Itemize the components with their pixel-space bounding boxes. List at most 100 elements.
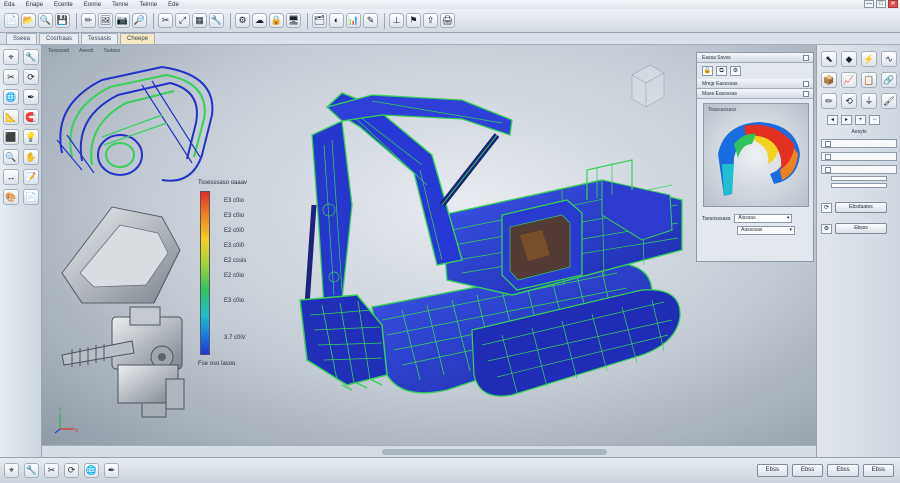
status-button[interactable]: Ebss	[791, 464, 824, 477]
chart-icon[interactable]: 📈	[841, 72, 857, 88]
open-folder-icon[interactable]: 📂	[21, 13, 36, 28]
constraint-icon[interactable]: ⊥	[389, 13, 404, 28]
flag-icon[interactable]: ⚑	[406, 13, 421, 28]
export-icon[interactable]: ⇪	[423, 13, 438, 28]
bolt-icon[interactable]: ⚡	[861, 51, 877, 67]
filter-icon[interactable]: ⏚	[861, 93, 877, 109]
select-icon[interactable]: ⌖	[3, 49, 19, 65]
pen-icon[interactable]: ✒	[104, 463, 119, 478]
gear-icon[interactable]: ⚙	[235, 13, 250, 28]
checkbox[interactable]	[825, 166, 831, 173]
option-field[interactable]	[821, 139, 897, 148]
save-icon[interactable]: 💾	[55, 13, 70, 28]
rotate-icon[interactable]: ⟳	[64, 463, 79, 478]
palette-icon[interactable]: 🎨	[3, 189, 19, 205]
cube-icon[interactable]: ⬛	[3, 129, 19, 145]
cut-icon[interactable]: ✂	[158, 13, 173, 28]
menu-item[interactable]: Teinne	[139, 2, 157, 8]
checkbox[interactable]	[825, 153, 831, 160]
analysis-icon[interactable]: 📊	[346, 13, 361, 28]
lock-icon[interactable]: 🔒	[269, 13, 284, 28]
panel-toggle-button[interactable]	[803, 91, 809, 97]
arrow-right-icon[interactable]: ▸	[841, 115, 852, 125]
cloud-icon[interactable]: ☁	[252, 13, 267, 28]
sketch-icon[interactable]: ✎	[363, 13, 378, 28]
image-icon[interactable]: 🖼	[98, 13, 113, 28]
mesh-icon[interactable]: ▦	[192, 13, 207, 28]
horizontal-scrollbar[interactable]	[42, 445, 816, 457]
dimension-icon[interactable]: ↔	[3, 169, 19, 185]
menu-item[interactable]: Ede	[168, 2, 179, 8]
tools-icon[interactable]: 🔧	[209, 13, 224, 28]
panel-close-button[interactable]	[803, 55, 809, 61]
menu-item[interactable]: Enape	[26, 2, 43, 8]
copy-icon[interactable]: ⧉	[716, 66, 727, 76]
status-button[interactable]: Ebss	[756, 464, 788, 477]
option-field[interactable]	[821, 152, 897, 161]
menu-item[interactable]: Tenne	[112, 2, 128, 8]
globe-icon[interactable]: 🌐	[84, 463, 99, 478]
edit-icon[interactable]: ✏	[81, 13, 96, 28]
panel-toggle-button[interactable]	[803, 81, 809, 87]
analysis-bottom-button[interactable]: Ebsss	[835, 223, 887, 234]
zoom-in-icon[interactable]: 🔍	[3, 149, 19, 165]
render-icon[interactable]: ◐	[329, 13, 344, 28]
pencil-icon[interactable]: ✏	[821, 93, 837, 109]
link-icon[interactable]: 🔗	[881, 72, 897, 88]
zoom-icon[interactable]: 🔎	[132, 13, 147, 28]
measure-icon[interactable]: 📐	[3, 109, 19, 125]
tab-2[interactable]: Cosrtraas	[39, 33, 80, 44]
settings-icon[interactable]: ⚙	[821, 223, 832, 234]
brush-icon[interactable]: 🖌	[881, 93, 897, 109]
wrench-icon[interactable]: 🔧	[23, 49, 39, 65]
pan-icon[interactable]: ✋	[23, 149, 39, 165]
scissors-icon[interactable]: ✂	[3, 69, 19, 85]
refresh-icon[interactable]: ⟳	[821, 202, 832, 213]
close-button[interactable]: ✕	[888, 0, 898, 8]
wrench-icon[interactable]: 🔧	[24, 463, 39, 478]
scissors-icon[interactable]: ✂	[44, 463, 59, 478]
analysis-apply-button[interactable]: Ebsdaates	[835, 202, 887, 213]
layers-icon[interactable]: 🗂	[312, 13, 327, 28]
notes-icon[interactable]: 📝	[23, 169, 39, 185]
minus-icon[interactable]: −	[869, 115, 880, 125]
camera-icon[interactable]: 📷	[115, 13, 130, 28]
box-icon[interactable]: 📦	[821, 72, 837, 88]
curve-icon[interactable]: ∿	[881, 51, 897, 67]
select-icon[interactable]: ⌖	[4, 463, 19, 478]
transform-icon[interactable]: ⤢	[175, 13, 190, 28]
plus-icon[interactable]: +	[855, 115, 866, 125]
menu-item[interactable]: Eda	[4, 2, 15, 8]
pointer-icon[interactable]: ⬉	[821, 51, 837, 67]
document-icon[interactable]: 📄	[23, 189, 39, 205]
tab-3[interactable]: Tessasis	[81, 33, 119, 44]
arrow-left-icon[interactable]: ◂	[827, 115, 838, 125]
lightbulb-icon[interactable]: 💡	[23, 129, 39, 145]
search-icon[interactable]: 🔍	[38, 13, 53, 28]
new-file-icon[interactable]: 📄	[4, 13, 19, 28]
scrollbar-thumb[interactable]	[382, 449, 607, 455]
range-slider[interactable]	[831, 183, 887, 188]
checkbox[interactable]	[825, 140, 831, 147]
pen-icon[interactable]: ✒	[23, 89, 39, 105]
shapes-icon[interactable]: ◆	[841, 51, 857, 67]
minimize-button[interactable]: —	[864, 0, 874, 8]
status-button[interactable]: Ebss	[862, 464, 894, 477]
lock-icon[interactable]: 🔒	[702, 66, 713, 76]
magnet-icon[interactable]: 🧲	[23, 109, 39, 125]
gear-icon[interactable]: ⚙	[730, 66, 741, 76]
tab-4[interactable]: Cheepe	[120, 33, 156, 44]
globe-icon[interactable]: 🌐	[3, 89, 19, 105]
option-field[interactable]	[821, 165, 897, 174]
maximize-button[interactable]: □	[876, 0, 886, 8]
status-button[interactable]: Ebss	[827, 464, 859, 477]
tab-1[interactable]: Sseea	[6, 33, 38, 44]
monitor-icon[interactable]: 🖥	[286, 13, 301, 28]
print-icon[interactable]: 🖨	[440, 13, 455, 28]
clipboard-icon[interactable]: 📋	[861, 72, 877, 88]
refresh-icon[interactable]: ⟲	[841, 93, 857, 109]
range-slider[interactable]	[831, 176, 887, 181]
property-dropdown[interactable]: Aisssas	[734, 214, 793, 223]
menu-item[interactable]: Eonne	[84, 2, 101, 8]
property-dropdown[interactable]: Aassssas	[737, 226, 795, 235]
